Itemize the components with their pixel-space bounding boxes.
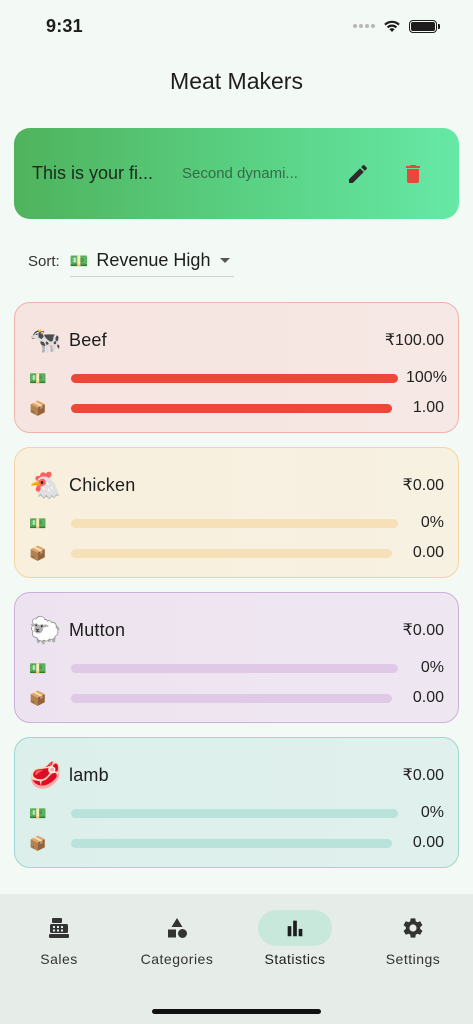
product-emoji-icon: 🐑	[29, 615, 62, 645]
shapes-icon	[168, 918, 187, 938]
quantity-value: 1.00	[412, 399, 444, 416]
product-emoji-icon: 🥩	[29, 760, 62, 790]
nav-label: Statistics	[264, 951, 326, 967]
product-emoji-icon: 🐄	[29, 325, 62, 355]
product-name: Mutton	[69, 619, 126, 640]
nav-label: Categories	[140, 951, 214, 967]
page-title: Meat Makers	[170, 68, 303, 94]
quantity-metric-row: 📦 0.00	[29, 833, 444, 853]
revenue-progress-bar	[71, 808, 398, 818]
revenue-progress-bar	[71, 663, 398, 673]
status-time: 9:31	[46, 15, 83, 36]
revenue-percent: 0%	[420, 659, 444, 676]
revenue-progress-bar	[71, 518, 398, 528]
quantity-progress-bar	[71, 693, 392, 703]
gear-icon	[403, 918, 423, 938]
money-icon: 💵	[29, 369, 47, 386]
active-profile-banner[interactable]: This is your fi... Second dynami...	[14, 128, 459, 219]
revenue-percent: 0%	[420, 804, 444, 821]
revenue-percent: 0%	[420, 514, 444, 531]
sort-dropdown[interactable]: 💵 Revenue High	[69, 245, 235, 277]
signal-icon	[353, 24, 375, 28]
revenue-percent: 100%	[406, 369, 447, 386]
nav-icon-container	[140, 910, 214, 946]
package-icon: 📦	[29, 544, 47, 561]
nav-categories[interactable]: Categories	[118, 910, 236, 970]
revenue-metric-row: 💵 0%	[29, 803, 444, 823]
product-revenue-total: ₹0.00	[402, 477, 444, 494]
wifi-icon	[384, 20, 400, 32]
quantity-metric-row: 📦 0.00	[29, 688, 444, 708]
card-header: 🥩 lamb ₹0.00	[29, 760, 444, 790]
product-emoji-icon: 🐔	[29, 470, 62, 500]
money-icon: 💵	[29, 659, 47, 676]
product-card[interactable]: 🐑 Mutton ₹0.00 💵 0% 📦 0.00	[14, 592, 459, 723]
package-icon: 📦	[29, 834, 47, 851]
revenue-metric-row: 💵 100%	[29, 368, 447, 388]
money-icon: 💵	[29, 804, 47, 821]
package-icon: 📦	[29, 689, 47, 706]
nav-sales[interactable]: Sales	[0, 910, 118, 970]
package-icon: 📦	[29, 399, 47, 416]
battery-icon	[409, 19, 440, 33]
nav-label: Sales	[40, 951, 78, 967]
quantity-metric-row: 📦 0.00	[29, 543, 444, 563]
card-header: 🐄 Beef ₹100.00	[29, 325, 444, 355]
revenue-progress-fill	[71, 373, 398, 383]
cash-register-icon	[49, 918, 69, 938]
nav-label: Settings	[385, 951, 441, 967]
product-name: Beef	[69, 329, 107, 350]
card-title: 🥩 lamb	[29, 760, 109, 790]
product-revenue-total: ₹100.00	[384, 332, 444, 349]
product-name: lamb	[69, 764, 109, 785]
trash-icon	[406, 164, 420, 183]
banner-title: This is your fi...	[32, 163, 154, 183]
nav-icon-container	[258, 910, 332, 946]
quantity-progress-bar	[71, 403, 392, 413]
edit-button[interactable]	[338, 154, 378, 194]
product-revenue-total: ₹0.00	[402, 767, 444, 784]
product-revenue-total: ₹0.00	[402, 622, 444, 639]
status-icons	[353, 19, 440, 33]
banner-subtitle: Second dynami...	[182, 165, 298, 182]
status-bar: 9:31	[0, 0, 473, 52]
product-name: Chicken	[69, 474, 136, 495]
nav-icon-container	[22, 910, 96, 946]
card-title: 🐔 Chicken	[29, 470, 135, 500]
revenue-metric-row: 💵 0%	[29, 513, 444, 533]
product-card[interactable]: 🐄 Beef ₹100.00 💵 100% 📦 1.00	[14, 302, 459, 433]
money-icon: 💵	[69, 252, 89, 270]
nav-settings[interactable]: Settings	[354, 910, 472, 970]
product-card[interactable]: 🥩 lamb ₹0.00 💵 0% 📦 0.00	[14, 737, 459, 868]
quantity-value: 0.00	[412, 544, 444, 561]
delete-button[interactable]	[393, 154, 433, 194]
home-indicator	[152, 1009, 321, 1014]
quantity-progress-bar	[71, 548, 392, 558]
chevron-down-icon	[220, 258, 231, 263]
revenue-progress-bar	[71, 373, 398, 383]
sort-label: Sort:	[28, 252, 60, 270]
money-icon: 💵	[29, 514, 47, 531]
sort-row: Sort: 💵 Revenue High	[28, 244, 235, 278]
quantity-value: 0.00	[412, 689, 444, 706]
quantity-progress-bar	[71, 838, 392, 848]
bottom-nav: Sales Categories Statistics Settings	[0, 894, 473, 1024]
revenue-metric-row: 💵 0%	[29, 658, 444, 678]
quantity-progress-fill	[71, 403, 392, 413]
sort-selected-value: Revenue High	[96, 250, 211, 270]
bar-chart-icon	[287, 920, 303, 937]
card-header: 🐑 Mutton ₹0.00	[29, 615, 444, 645]
nav-statistics[interactable]: Statistics	[236, 910, 354, 970]
quantity-metric-row: 📦 1.00	[29, 398, 444, 418]
nav-icon-container	[376, 910, 450, 946]
card-header: 🐔 Chicken ₹0.00	[29, 470, 444, 500]
card-title: 🐑 Mutton	[29, 615, 125, 645]
quantity-value: 0.00	[412, 834, 444, 851]
card-title: 🐄 Beef	[29, 325, 107, 355]
product-card[interactable]: 🐔 Chicken ₹0.00 💵 0% 📦 0.00	[14, 447, 459, 578]
pencil-icon	[349, 164, 368, 183]
